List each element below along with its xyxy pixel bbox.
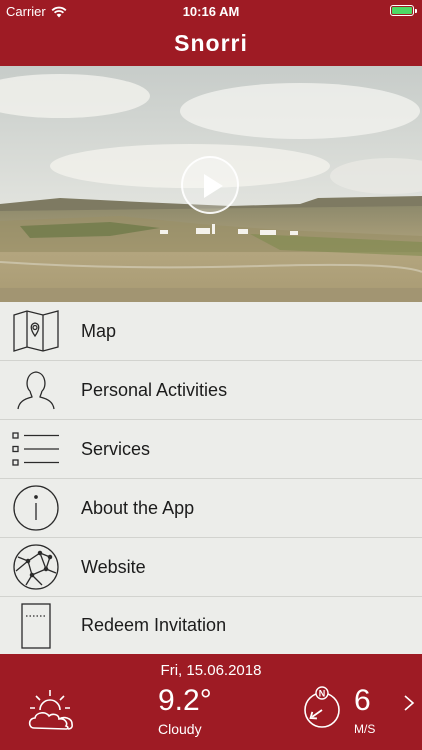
- globe-icon: [0, 538, 72, 597]
- wind-speed-unit: M/S: [354, 722, 376, 736]
- weather-condition: Cloudy: [158, 721, 202, 737]
- status-bar: Carrier 10:16 AM: [0, 0, 422, 22]
- person-icon: [0, 361, 72, 420]
- wind-speed-value: 6: [354, 684, 371, 717]
- weather-bar[interactable]: Fri, 15.06.2018 9.2° Cloudy N 6 M/S: [0, 654, 422, 750]
- compass-icon: N: [302, 686, 342, 735]
- ticket-icon: [0, 596, 72, 655]
- menu-item-services[interactable]: Services: [0, 420, 422, 479]
- hero-video[interactable]: [0, 66, 422, 302]
- play-button[interactable]: [181, 156, 239, 214]
- app-title: Snorri: [174, 30, 248, 56]
- menu-label-services: Services: [81, 438, 151, 459]
- status-time: 10:16 AM: [182, 4, 240, 19]
- menu-item-personal-activities[interactable]: Personal Activities: [0, 361, 422, 420]
- list-icon: [0, 420, 72, 479]
- menu-item-about-the-app[interactable]: About the App: [0, 479, 422, 538]
- top-bar: Carrier 10:16 AM Snorri: [0, 0, 422, 66]
- menu-item-redeem-invitation[interactable]: Redeem Invitation: [0, 597, 422, 654]
- battery-indicator: [390, 5, 417, 16]
- menu-label-map: Map: [81, 320, 117, 341]
- wind-direction-arrow: [309, 709, 323, 720]
- temperature-value: 9.2°: [158, 684, 212, 717]
- menu-label-website: Website: [81, 556, 146, 577]
- menu-item-map[interactable]: Map: [0, 302, 422, 361]
- menu-label-personal-activities: Personal Activities: [81, 379, 228, 400]
- compass-n-label: N: [319, 689, 326, 699]
- info-icon: [0, 479, 72, 538]
- menu-label-redeem-invitation: Redeem Invitation: [81, 615, 227, 635]
- menu-label-about-the-app: About the App: [81, 497, 195, 518]
- weather-date: Fri, 15.06.2018: [160, 662, 262, 679]
- battery-icon: [390, 5, 417, 16]
- cloudy-weather-icon: [26, 688, 76, 737]
- main-menu: Map Personal Activities Services About t…: [0, 302, 422, 654]
- play-icon: [204, 174, 223, 198]
- map-icon: [0, 302, 72, 361]
- chevron-right-icon[interactable]: [403, 694, 415, 717]
- menu-item-website[interactable]: Website: [0, 538, 422, 597]
